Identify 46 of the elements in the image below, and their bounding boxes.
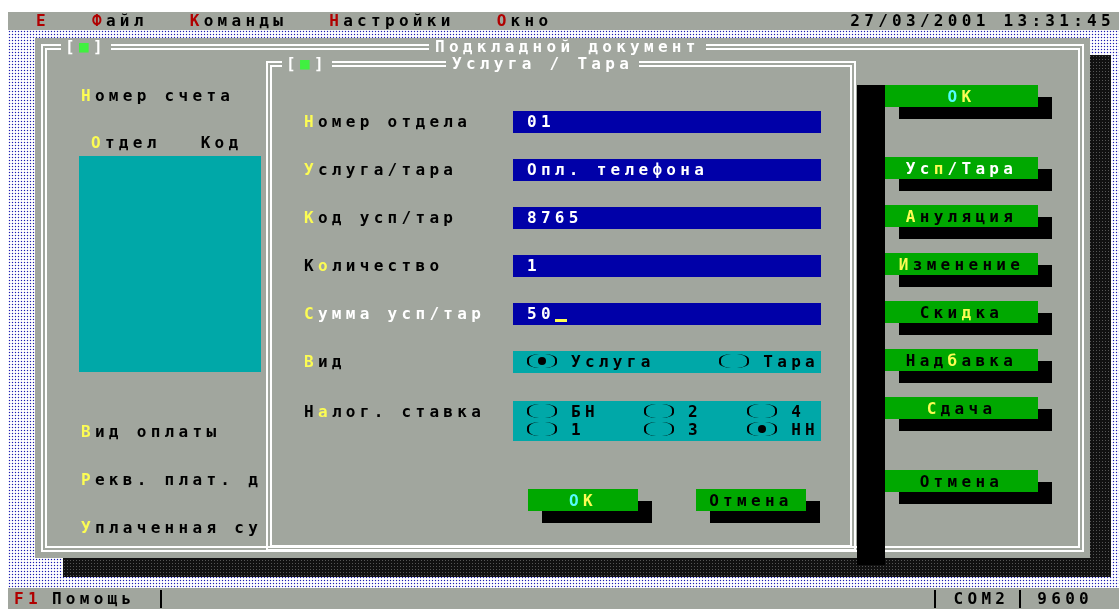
field-label: С умма усп/тар <box>304 303 487 323</box>
option-label: 2 <box>688 402 702 421</box>
button[interactable]: Отмена <box>696 489 806 511</box>
button[interactable]: Отмена <box>885 470 1038 492</box>
radio-group[interactable]: БН 2 4 1 3 НН <box>513 401 821 441</box>
button[interactable]: Ски д ка <box>885 301 1038 323</box>
field-label: У плаченная су <box>81 519 264 537</box>
clock: 27/03/2001 13:31:45 <box>850 12 1116 30</box>
menu-item[interactable]: О кно <box>496 12 553 30</box>
field-label: К о личество <box>304 255 445 275</box>
window-title: Подкладной документ <box>429 38 706 56</box>
input-field[interactable]: 50 <box>513 303 821 325</box>
option-label: БН <box>571 402 599 421</box>
field-label: К од усп/тар <box>304 207 459 227</box>
field-label: У слуга/тара <box>304 159 459 179</box>
port-label: COM2 <box>953 589 1010 608</box>
radio-group[interactable]: Услуга Тара <box>513 351 821 373</box>
option-label: Услуга <box>571 352 655 371</box>
column-heading: Код <box>200 134 243 152</box>
field-label: Н а лог. ставка <box>304 401 487 421</box>
option-label: 1 <box>571 420 585 439</box>
input-field[interactable]: 8765 <box>513 207 821 229</box>
input-field[interactable]: Опл. телефона <box>513 159 821 181</box>
field-label: В ид оплаты <box>81 423 222 441</box>
field-label: В ид <box>304 351 347 371</box>
button[interactable]: И зменение <box>885 253 1038 275</box>
button[interactable]: С дача <box>885 397 1038 419</box>
input-field[interactable]: 1 <box>513 255 821 277</box>
menu-item[interactable]: Ф айл <box>91 12 148 30</box>
option-label: 3 <box>688 420 702 439</box>
field-label: Р екв. плат. д <box>81 471 264 489</box>
option-label: 4 <box>791 402 806 421</box>
baud-rate: 9600 <box>1037 589 1093 608</box>
input-field[interactable]: 01 <box>513 111 821 133</box>
shortcut-key: F1 <box>14 589 42 608</box>
menu-item[interactable]: К оманды <box>189 12 288 30</box>
option-label: Тара <box>763 352 819 371</box>
button[interactable]: А нуляция <box>885 205 1038 227</box>
option-label: НН <box>791 420 819 439</box>
field-label: Н омер счета <box>81 87 236 105</box>
column-heading: О тдел <box>91 134 161 152</box>
button[interactable]: Над б авка <box>885 349 1038 371</box>
menu-item[interactable]: Н астройки <box>329 12 455 30</box>
field-label: Н омер отдела <box>304 111 473 131</box>
dialog-title: Услуга / Тара <box>446 55 640 73</box>
status-help[interactable]: Помощь <box>51 589 160 608</box>
